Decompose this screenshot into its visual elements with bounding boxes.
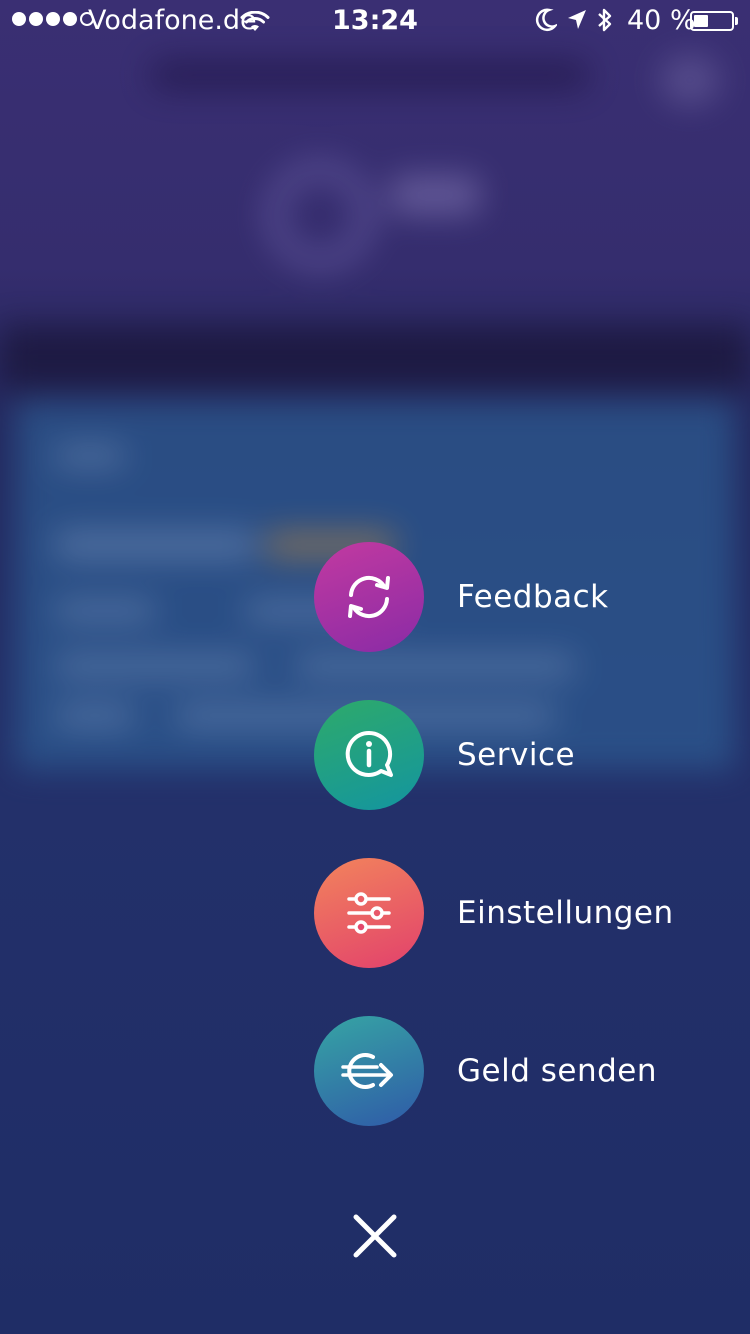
- currency-arrow-icon: [341, 1053, 393, 1089]
- close-button[interactable]: [345, 1206, 405, 1266]
- send-money-button[interactable]: [314, 1016, 424, 1126]
- info-speech-bubble-icon: [345, 730, 393, 777]
- menu-item-geld-senden[interactable]: Geld senden: [314, 1016, 734, 1126]
- battery-tip: [735, 17, 738, 25]
- menu-item-feedback[interactable]: Feedback: [314, 542, 734, 652]
- background-avatar: [660, 55, 720, 105]
- moon-icon: [535, 8, 559, 39]
- location-arrow-icon: [566, 8, 588, 39]
- sliders-icon: [347, 892, 391, 934]
- background-logo-text: [390, 175, 480, 215]
- refresh-arrows-icon: [348, 575, 390, 619]
- menu-item-service[interactable]: Service: [314, 700, 734, 810]
- menu-item-label-service: Service: [457, 737, 576, 773]
- blurred-background: [0, 0, 750, 1334]
- settings-button[interactable]: [314, 858, 424, 968]
- bluetooth-icon: [596, 6, 614, 41]
- background-section-strip: [0, 325, 750, 390]
- battery-percentage: 40 %: [627, 5, 696, 36]
- menu-item-label-feedback: Feedback: [457, 579, 609, 615]
- menu-item-label-geld-senden: Geld senden: [457, 1053, 658, 1089]
- background-title-bar: [150, 60, 590, 90]
- feedback-button[interactable]: [314, 542, 424, 652]
- background-logo: [265, 160, 375, 270]
- menu-item-label-einstellungen: Einstellungen: [457, 895, 674, 931]
- battery-level-fill: [694, 15, 708, 27]
- battery-icon: [690, 11, 734, 31]
- menu-item-einstellungen[interactable]: Einstellungen: [314, 858, 734, 968]
- close-icon: [353, 1214, 397, 1258]
- service-button[interactable]: [314, 700, 424, 810]
- status-bar: Vodafone.de 13:24 40 %: [0, 0, 750, 40]
